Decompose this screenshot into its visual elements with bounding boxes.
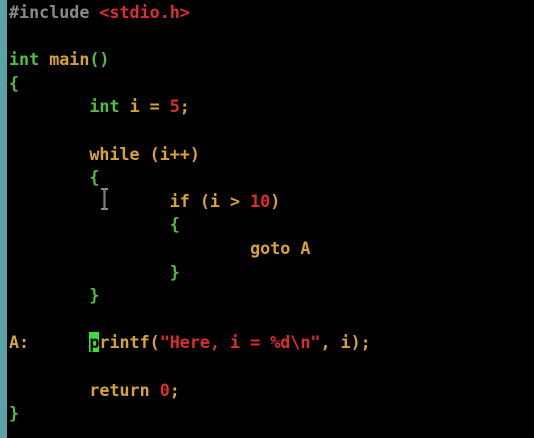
code-line: if (i > 10) — [9, 190, 534, 214]
code-line: while (i++) — [9, 143, 534, 167]
code-token: ( — [149, 332, 160, 353]
code-token: A: — [9, 332, 30, 353]
code-token: } — [169, 261, 180, 282]
code-token: ) — [270, 190, 281, 211]
code-line: int i = 5; — [9, 95, 534, 119]
code-token: int — [89, 96, 130, 117]
code-line: { — [9, 213, 534, 237]
code-line: { — [9, 166, 534, 190]
text-cursor-ibeam-icon — [101, 188, 108, 210]
code-token: ; — [179, 96, 190, 117]
text-cursor: p — [89, 332, 100, 353]
code-editor[interactable]: #include <stdio.h> int main(){ int i = 5… — [9, 0, 534, 438]
code-token: ; — [169, 379, 180, 400]
code-token: 5 — [169, 96, 180, 117]
code-token: 10 — [250, 190, 271, 211]
code-token: int — [9, 49, 50, 70]
code-token: (i > — [199, 190, 251, 211]
code-token: { — [89, 167, 100, 188]
left-border — [0, 0, 7, 438]
code-token: = — [149, 96, 170, 117]
code-token: while — [89, 143, 150, 164]
code-token: A — [300, 237, 311, 258]
code-line: A: printf("Here, i = %d\n", i); — [9, 331, 534, 355]
code-line: { — [9, 72, 534, 96]
code-line: int main() — [9, 48, 534, 72]
code-token: "Here, i = %d\n" — [159, 332, 321, 353]
code-token: rintf — [99, 332, 150, 353]
code-token: return — [89, 379, 160, 400]
code-token: () — [89, 49, 110, 70]
code-token: goto — [250, 237, 301, 258]
code-line: goto A — [9, 237, 534, 261]
code-token: <stdio.h> — [99, 2, 190, 22]
code-token: } — [9, 403, 20, 424]
code-token: #include — [9, 2, 100, 22]
code-token: 0 — [159, 379, 170, 400]
code-token: } — [89, 285, 100, 306]
code-token: (i++) — [149, 143, 200, 164]
code-token: if — [169, 190, 200, 211]
code-line: return 0; — [9, 379, 534, 403]
code-token: { — [9, 72, 20, 93]
code-line: } — [9, 261, 534, 285]
code-line: } — [9, 402, 534, 426]
code-line: #include <stdio.h> — [9, 1, 534, 25]
terminal-window: #include <stdio.h> int main(){ int i = 5… — [0, 0, 534, 438]
code-token: main — [49, 49, 90, 70]
code-line: } — [9, 284, 534, 308]
code-token: i — [129, 96, 150, 117]
code-token: , i); — [320, 332, 371, 353]
code-token: { — [169, 214, 180, 235]
